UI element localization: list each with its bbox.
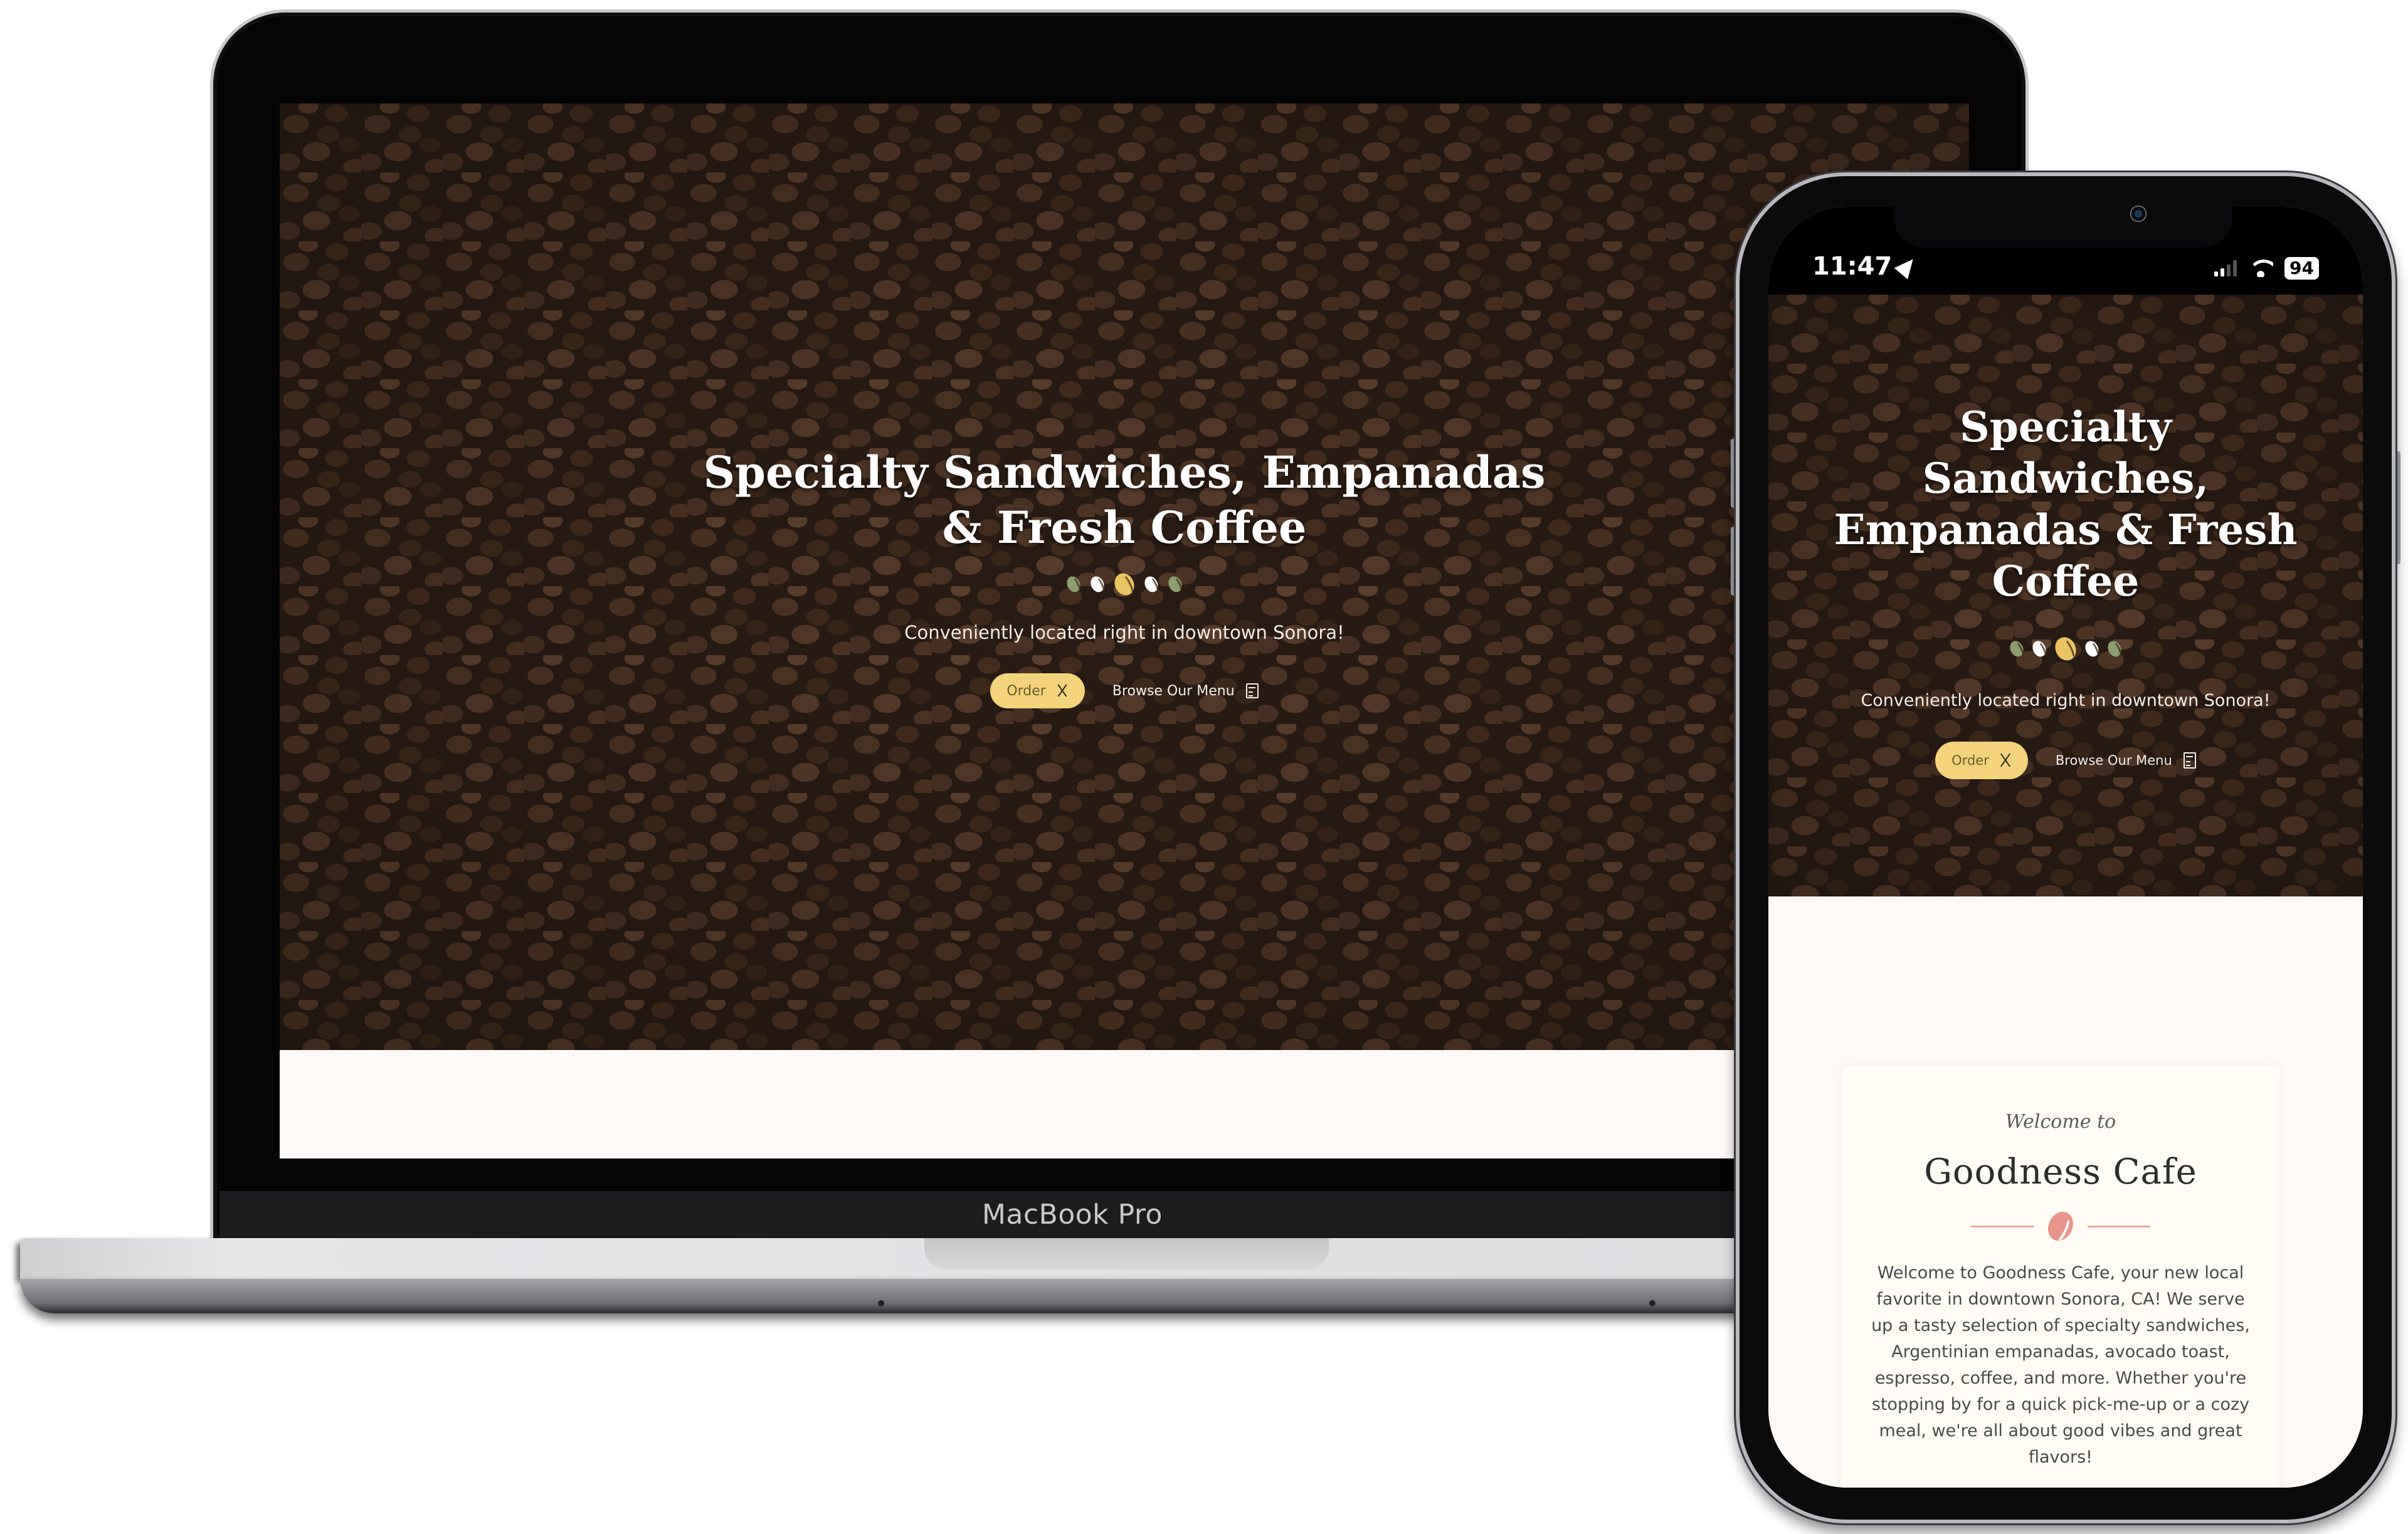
welcome-section: Welcome to Goodness Cafe Welcome to Good… bbox=[1768, 896, 2363, 1488]
battery-indicator: 94 bbox=[2284, 257, 2319, 280]
coffee-bean-icon bbox=[1142, 574, 1161, 595]
order-button[interactable]: Order bbox=[990, 673, 1085, 708]
hero-section: Specialty Sandwiches, Empanadas & Fresh … bbox=[1768, 295, 2363, 896]
hero-title: Specialty Sandwiches, Empanadas & Fresh … bbox=[1834, 402, 2298, 606]
coffee-bean-icon bbox=[2083, 638, 2101, 659]
menu-card-icon bbox=[1245, 683, 1259, 698]
coffee-bean-icon bbox=[2043, 1207, 2078, 1245]
divider-line bbox=[2088, 1225, 2150, 1227]
laptop-model-label: MacBook Pro bbox=[982, 1199, 1163, 1231]
coffee-bean-icon bbox=[1088, 574, 1107, 595]
coffee-bean-icon bbox=[2030, 638, 2049, 659]
order-button-label: Order bbox=[1951, 753, 1989, 768]
utensils-icon bbox=[1998, 752, 2012, 769]
utensils-icon bbox=[1055, 683, 1069, 699]
hero-content: Specialty Sandwiches, Empanadas & Fresh … bbox=[1768, 401, 2363, 779]
coffee-bean-icon bbox=[1064, 574, 1083, 595]
coffee-bean-icon bbox=[1166, 574, 1185, 595]
laptop-foot bbox=[878, 1300, 884, 1306]
browse-menu-label: Browse Our Menu bbox=[1112, 683, 1235, 699]
page-lower-section bbox=[280, 1050, 1969, 1158]
hero-actions: Order Browse Our Menu bbox=[990, 673, 1259, 708]
coffee-bean-icon bbox=[2105, 638, 2124, 659]
welcome-script-heading: Welcome to bbox=[2005, 1111, 2116, 1133]
hero-subtitle: Conveniently located right in downtown S… bbox=[1861, 691, 2271, 710]
browse-menu-label: Browse Our Menu bbox=[2055, 753, 2172, 768]
browse-menu-button[interactable]: Browse Our Menu bbox=[1112, 683, 1259, 699]
phone-notch bbox=[1894, 207, 2232, 248]
coffee-bean-icon bbox=[2007, 638, 2026, 659]
order-button-label: Order bbox=[1006, 683, 1046, 699]
laptop-foot bbox=[1649, 1300, 1656, 1306]
welcome-body: Welcome to Goodness Cafe, your new local… bbox=[1871, 1263, 2250, 1467]
laptop-hinge-notch bbox=[924, 1238, 1329, 1269]
coffee-bean-icon bbox=[2051, 634, 2080, 664]
hero-content: Specialty Sandwiches, Empanadas & Fresh … bbox=[280, 445, 1969, 708]
wifi-icon bbox=[2248, 260, 2274, 277]
front-camera bbox=[2130, 206, 2147, 222]
order-button[interactable]: Order bbox=[1935, 742, 2028, 779]
menu-card-icon bbox=[2183, 752, 2196, 769]
welcome-card: Welcome to Goodness Cafe Welcome to Good… bbox=[1842, 1066, 2279, 1488]
divider-line bbox=[1971, 1225, 2034, 1227]
status-indicators: 94 bbox=[2214, 257, 2319, 280]
status-time-text: 11:47 bbox=[1812, 252, 1893, 281]
browse-menu-button[interactable]: Browse Our Menu bbox=[2056, 752, 2196, 769]
laptop-screen: Specialty Sandwiches, Empanadas & Fresh … bbox=[280, 103, 1969, 1158]
coffee-bean-icon bbox=[1111, 570, 1138, 599]
welcome-divider bbox=[1971, 1207, 2150, 1245]
signal-icon bbox=[2214, 260, 2237, 276]
hero-title: Specialty Sandwiches, Empanadas & Fresh … bbox=[703, 446, 1546, 554]
welcome-title: Goodness Cafe bbox=[1924, 1152, 2197, 1192]
hero-section: Specialty Sandwiches, Empanadas & Fresh … bbox=[280, 103, 1969, 1050]
location-arrow-icon bbox=[1894, 253, 1920, 280]
bean-divider bbox=[1064, 570, 1185, 599]
phone-screen: 11:47 94 Specialty Sandwiches, Empanadas… bbox=[1768, 207, 2363, 1488]
hero-actions: Order Browse Our Menu bbox=[1935, 742, 2196, 779]
laptop-base-lip bbox=[20, 1279, 2027, 1313]
status-time: 11:47 bbox=[1812, 252, 1920, 281]
bean-divider bbox=[2007, 634, 2124, 664]
hero-subtitle: Conveniently located right in downtown S… bbox=[904, 622, 1344, 643]
